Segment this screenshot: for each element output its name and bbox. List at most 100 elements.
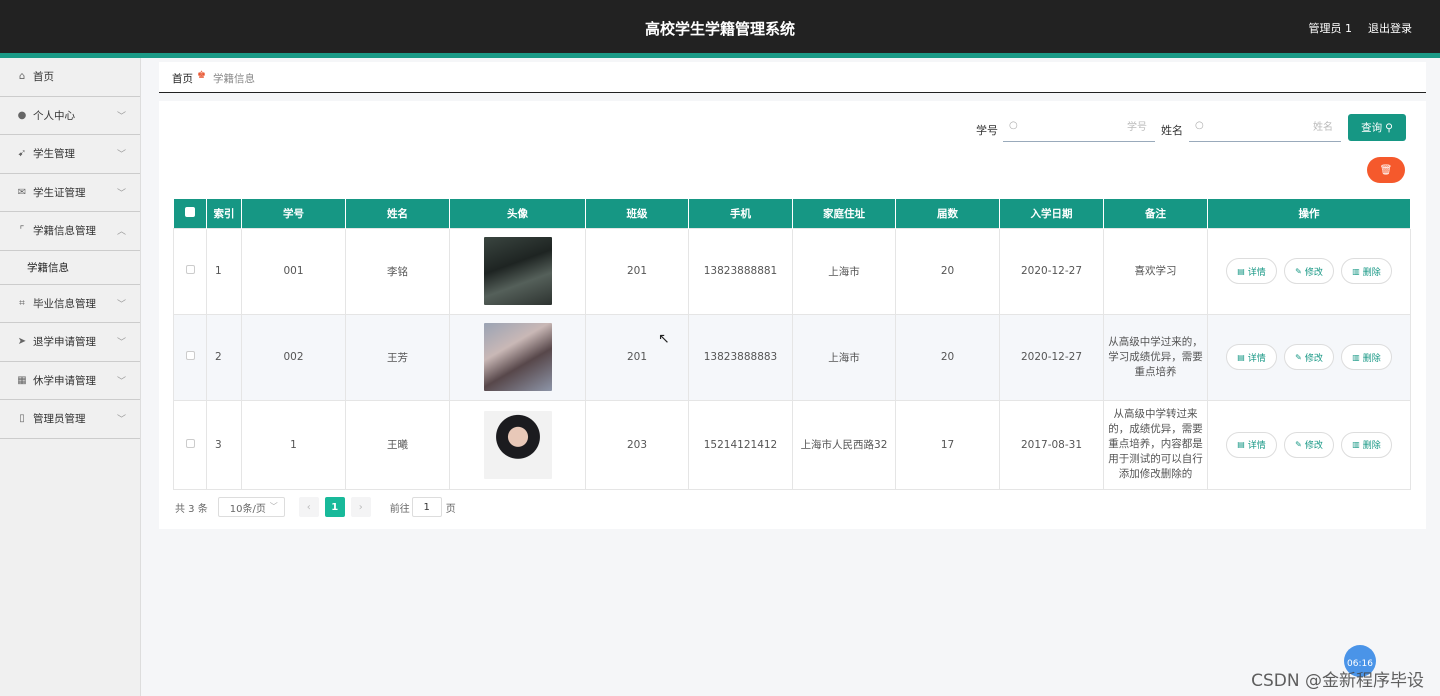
student-id-cell: 001 — [241, 227, 346, 315]
watermark: CSDN @金新程序毕设 — [1251, 671, 1424, 691]
prev-page-button[interactable]: ‹ — [298, 497, 319, 517]
content-panel: 学号 ○ 姓名 ○ 查询 ⚲ 🗑 索引 学号 姓名 头像 班级 手机 — [159, 101, 1426, 529]
search-icon: ○ — [1195, 120, 1204, 131]
select-all-cell[interactable] — [173, 199, 207, 228]
name-input[interactable] — [1189, 114, 1341, 140]
trash-icon: ▥ — [1352, 440, 1360, 449]
detail-button[interactable]: ▤ 详情 — [1226, 431, 1277, 458]
student-id-label: 学号 — [976, 124, 998, 137]
sidebar-subitem-enrollment-info[interactable]: 学籍信息 — [0, 250, 140, 285]
name-cell: 王曦 — [345, 399, 450, 490]
detail-button[interactable]: ▤ 详情 — [1226, 344, 1277, 370]
sidebar-item-home[interactable]: ⌂ 首页 — [0, 58, 140, 97]
sidebar-item-graduation[interactable]: ⌗ 毕业信息管理 ﹀ — [0, 285, 140, 323]
sidebar-item-admins[interactable]: ▯ 管理员管理 ﹀ — [0, 400, 140, 439]
sidebar-item-label: 个人中心 — [33, 109, 75, 122]
send-icon: ➹ — [17, 148, 27, 160]
document-icon: ▤ — [1237, 266, 1245, 276]
breadcrumb-home[interactable]: 首页 — [172, 71, 193, 86]
name-cell: 李铭 — [345, 227, 450, 315]
student-id-input[interactable] — [1003, 114, 1155, 140]
batch-delete-button[interactable]: 🗑 — [1367, 157, 1405, 183]
edit-label: 修改 — [1304, 353, 1323, 364]
frame-icon: ⌗ — [19, 297, 25, 309]
breadcrumb-separator-icon: ♚ — [197, 70, 206, 81]
column-header: 姓名 — [345, 199, 450, 228]
column-header: 入学日期 — [999, 199, 1104, 228]
detail-button[interactable]: ▤ 详情 — [1226, 258, 1277, 284]
class-cell: 201 — [585, 227, 689, 315]
column-header: 家庭住址 — [792, 199, 896, 228]
sidebar-item-withdrawal[interactable]: ➤ 退学申请管理 ﹀ — [0, 323, 140, 362]
page-number-button[interactable]: 1 — [324, 497, 345, 517]
table-row: 3 1 王曦 203 15214121412 上海市人民西路32 17 2017… — [173, 399, 1411, 490]
sidebar-item-enrollment[interactable]: ⌜ 学籍信息管理 ︿ — [0, 212, 140, 251]
student-id-cell: 002 — [241, 313, 346, 401]
address-cell: 上海市 — [792, 313, 896, 401]
delete-button[interactable]: ▥ 删除 — [1341, 258, 1392, 284]
home-icon: ⌂ — [18, 71, 26, 83]
chevron-up-icon: ︿ — [116, 227, 126, 238]
column-header: 操作 — [1207, 199, 1411, 228]
avatar — [483, 410, 552, 479]
breadcrumb-current: 学籍信息 — [213, 73, 255, 85]
phone-cell: 15214121412 — [688, 399, 793, 490]
chart-icon: ▦ — [17, 374, 27, 386]
detail-label: 详情 — [1247, 267, 1266, 278]
class-cell: 201 — [585, 313, 689, 401]
chevron-down-icon: ﹀ — [116, 150, 126, 161]
edit-button[interactable]: ✎ 修改 — [1284, 431, 1334, 458]
delete-button[interactable]: ▥ 删除 — [1341, 431, 1392, 458]
edit-label: 修改 — [1304, 441, 1323, 451]
column-header: 手机 — [688, 199, 793, 228]
sidebar-item-suspension[interactable]: ▦ 休学申请管理 ﹀ — [0, 362, 140, 400]
row-checkbox[interactable] — [185, 438, 195, 448]
row-select-cell[interactable] — [173, 227, 207, 315]
column-header: 届数 — [895, 199, 1000, 228]
enrollment-table: 索引 学号 姓名 头像 班级 手机 家庭住址 届数 入学日期 备注 操作 1 0… — [173, 199, 1411, 490]
index-cell: 1 — [206, 227, 242, 315]
chevron-right-icon: › — [358, 501, 363, 513]
mouse-pointer-icon: ↖ — [658, 331, 670, 347]
address-cell: 上海市 — [792, 227, 896, 315]
actions-cell: ▤ 详情 ✎ 修改 ▥ 删除 — [1207, 313, 1411, 401]
sidebar-item-student-cards[interactable]: ✉ 学生证管理 ﹀ — [0, 174, 140, 212]
search-icon: ⚲ — [1385, 121, 1393, 134]
chevron-down-icon: ﹀ — [116, 376, 126, 387]
delete-button[interactable]: ▥ 删除 — [1341, 344, 1392, 370]
session-cell: 17 — [895, 399, 1000, 490]
page-size-select[interactable]: 10条/页 ﹀ — [217, 497, 285, 517]
plane-icon: ➤ — [17, 336, 27, 348]
query-button[interactable]: 查询 ⚲ — [1348, 114, 1406, 141]
table-header-row: 索引 学号 姓名 头像 班级 手机 家庭住址 届数 入学日期 备注 操作 — [173, 199, 1411, 228]
edit-button[interactable]: ✎ 修改 — [1284, 344, 1334, 370]
sidebar-item-profile[interactable]: ● 个人中心 ﹀ — [0, 97, 140, 135]
sidebar-item-students[interactable]: ➹ 学生管理 ﹀ — [0, 135, 140, 174]
row-checkbox[interactable] — [185, 351, 195, 360]
logout-link[interactable]: 退出登录 — [1368, 20, 1412, 36]
session-cell: 20 — [895, 227, 1000, 315]
app-title: 高校学生学籍管理系统 — [644, 20, 795, 38]
sidebar: ⌂ 首页 ● 个人中心 ﹀ ➹ 学生管理 ﹀ ✉ 学生证管理 ﹀ ⌜ 学籍信息管… — [0, 58, 141, 696]
chevron-down-icon: ﹀ — [116, 299, 126, 310]
select-all-checkbox[interactable] — [184, 206, 195, 217]
trash-icon: ▥ — [1352, 352, 1360, 362]
note-cell: 喜欢学习 — [1103, 227, 1208, 315]
row-checkbox[interactable] — [185, 265, 195, 274]
class-cell: 203 — [585, 399, 689, 490]
trash-icon: ▥ — [1352, 266, 1360, 276]
row-select-cell[interactable] — [173, 399, 207, 490]
goto-label: 前往 — [389, 503, 410, 515]
column-header: 备注 — [1103, 199, 1208, 228]
breadcrumb: 首页 ♚ 学籍信息 — [159, 62, 1426, 93]
goto-page-input[interactable] — [411, 497, 442, 517]
pencil-icon: ✎ — [1295, 440, 1302, 449]
next-page-button[interactable]: › — [350, 497, 371, 517]
edit-button[interactable]: ✎ 修改 — [1284, 258, 1334, 284]
chevron-down-icon: ﹀ — [116, 338, 126, 349]
index-cell: 2 — [206, 313, 242, 401]
row-select-cell[interactable] — [173, 313, 207, 401]
search-icon: ○ — [1009, 120, 1018, 131]
page-suffix: 页 — [445, 503, 456, 515]
sidebar-item-label: 学生管理 — [33, 148, 75, 161]
